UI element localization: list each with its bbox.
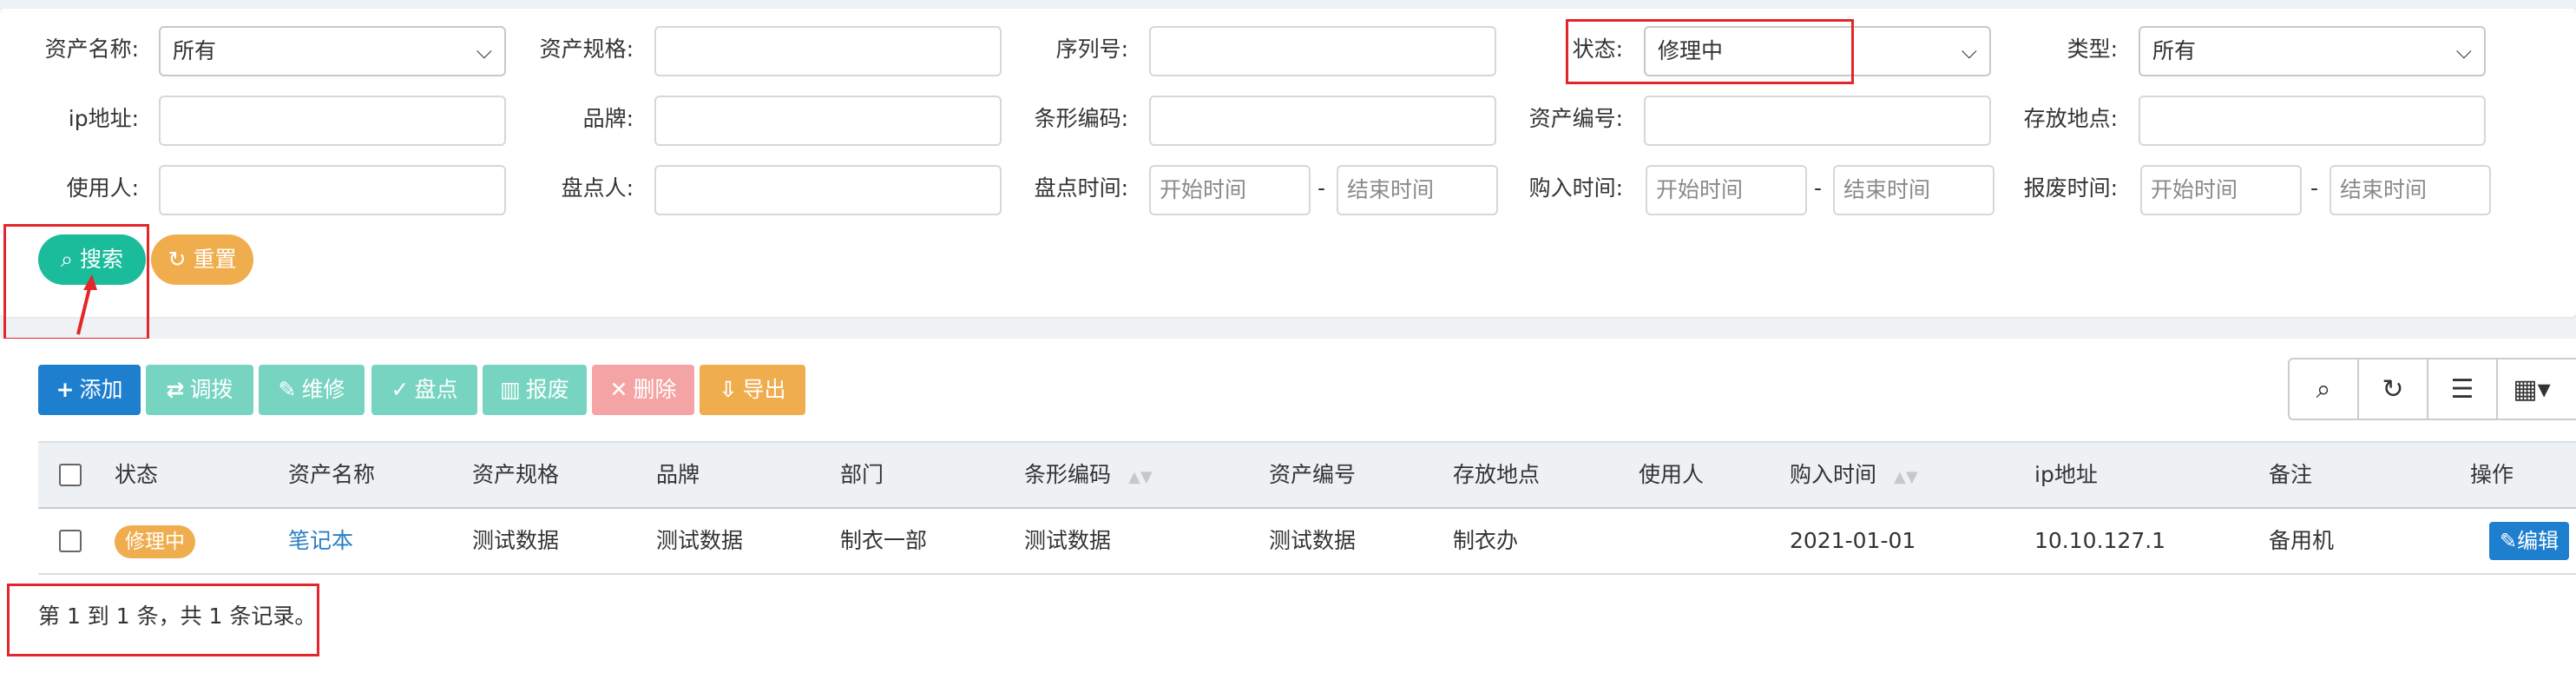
user-input[interactable] [159,165,506,215]
col-location[interactable]: 存放地点 [1453,443,1540,507]
type-select[interactable]: 所有 ⌵ [2139,26,2486,76]
status-cell: 修理中 [115,509,195,573]
check-time-end[interactable]: 结束时间 [1337,165,1498,215]
highlight-pagination [7,584,319,656]
location-label: 存放地点: [2023,106,2118,131]
col-asset-name[interactable]: 资产名称 [288,443,375,507]
inventory-button[interactable]: ✓ 盘点 [371,365,477,415]
col-asset-no[interactable]: 资产编号 [1269,443,1356,507]
row-checkbox[interactable] [59,530,82,552]
chevron-down-icon: ⌵ [1961,39,1977,63]
checker-input[interactable] [654,165,1002,215]
serial-no-input[interactable] [1149,26,1496,76]
location-cell: 制衣办 [1453,528,1519,553]
asset-no-label: 资产编号: [1528,106,1623,131]
edit-icon: ✎ [2500,529,2518,553]
columns-button[interactable]: ▦▾ [2498,359,2566,419]
col-ip[interactable]: ip地址 [2034,443,2098,507]
toggle-view-button[interactable]: ☰ [2428,359,2498,419]
refresh-button[interactable]: ↻ [2359,359,2428,419]
purchase-time-label: 购入时间: [1528,175,1623,201]
brand-input[interactable] [654,96,1002,146]
type-label: 类型: [2067,36,2118,62]
chevron-down-icon: ⌵ [2455,39,2472,63]
asset-name-link[interactable]: 笔记本 [288,509,353,573]
barcode-label: 条形编码: [1034,106,1128,131]
col-remark[interactable]: 备注 [2269,443,2312,507]
sort-icon: ▲▼ [1128,468,1153,486]
col-status[interactable]: 状态 [115,443,158,507]
ip-input[interactable] [159,96,506,146]
grid-icon: ▦▾ [2513,373,2551,405]
arrow-annotation [76,274,97,335]
select-all-checkbox[interactable] [59,464,82,486]
col-barcode[interactable]: 条形编码 ▲▼ [1024,443,1153,507]
checker-label: 盘点人: [561,175,634,201]
plus-icon: + [56,377,75,402]
col-asset-spec[interactable]: 资产规格 [472,443,559,507]
table-tools: ⌕ ↻ ☰ ▦▾ [2288,358,2576,420]
col-user[interactable]: 使用人 [1639,443,1704,507]
brand-label: 品牌: [582,106,634,131]
transfer-button[interactable]: ⇄ 调拨 [146,365,253,415]
add-button[interactable]: + 添加 [38,365,141,415]
repair-button[interactable]: ✎ 维修 [259,365,365,415]
close-icon: ✕ [609,377,628,402]
remark-cell: 备用机 [2269,528,2335,553]
scrap-time-label: 报废时间: [2023,175,2118,201]
wrench-icon: ✎ [278,377,297,402]
asset-name-label: 资产名称: [44,36,139,62]
search-icon: ⌕ [2316,373,2331,405]
download-icon: ⇩ [719,377,738,402]
edit-button[interactable]: ✎编辑 [2489,522,2570,560]
location-input[interactable] [2139,96,2486,146]
serial-no-label: 序列号: [1055,36,1128,62]
ip-cell: 10.10.127.1 [2034,528,2166,553]
date-dash: - [2310,175,2319,201]
search-toggle-button[interactable]: ⌕ [2290,359,2359,419]
date-dash: - [1318,175,1326,201]
col-brand[interactable]: 品牌 [656,443,700,507]
scrap-time-end[interactable]: 结束时间 [2330,165,2491,215]
barcode-input[interactable] [1149,96,1496,146]
delete-button[interactable]: ✕ 删除 [592,365,694,415]
export-button[interactable]: ⇩ 导出 [700,365,805,415]
barcode-cell: 测试数据 [1024,528,1112,553]
spec-cell: 测试数据 [472,528,560,553]
check-time-start[interactable]: 开始时间 [1149,165,1311,215]
check-time-label: 盘点时间: [1034,175,1128,201]
highlight-status [1566,19,1854,84]
ip-label: ip地址: [68,106,139,131]
dept-cell: 制衣一部 [840,528,928,553]
col-dept[interactable]: 部门 [840,443,884,507]
chevron-down-icon: ⌵ [476,39,492,63]
scrap-time-start[interactable]: 开始时间 [2140,165,2302,215]
purchase-cell: 2021-01-01 [1790,528,1916,553]
user-label: 使用人: [66,175,139,201]
col-action: 操作 [2470,462,2514,487]
date-dash: - [1814,175,1823,201]
table-row: 修理中 笔记本 测试数据 测试数据 制衣一部 测试数据 测试数据 制衣办 202… [38,509,2576,575]
scrap-button[interactable]: ▥ 报废 [483,365,587,415]
status-badge: 修理中 [115,525,195,558]
asset-no-cell: 测试数据 [1269,528,1357,553]
asset-spec-label: 资产规格: [539,36,634,62]
check-icon: ✓ [391,377,410,402]
col-purchase-time[interactable]: 购入时间 ▲▼ [1790,443,1918,507]
reset-button[interactable]: ↻ 重置 [151,234,253,285]
refresh-icon: ↻ [168,247,194,272]
brand-cell: 测试数据 [656,528,744,553]
asset-spec-input[interactable] [654,26,1002,76]
asset-no-input[interactable] [1644,96,1991,146]
list-icon: ☰ [2450,373,2474,405]
refresh-icon: ↻ [2382,373,2404,405]
purchase-time-end[interactable]: 结束时间 [1833,165,1994,215]
table-header: 状态 资产名称 资产规格 品牌 部门 条形编码 ▲▼ 资产编号 存放地点 使用人 … [38,441,2576,509]
sort-icon: ▲▼ [1894,468,1918,486]
transfer-icon: ⇄ [166,377,185,402]
purchase-time-start[interactable]: 开始时间 [1646,165,1807,215]
asset-name-select[interactable]: 所有 ⌵ [159,26,506,76]
trash-icon: ▥ [500,377,521,402]
